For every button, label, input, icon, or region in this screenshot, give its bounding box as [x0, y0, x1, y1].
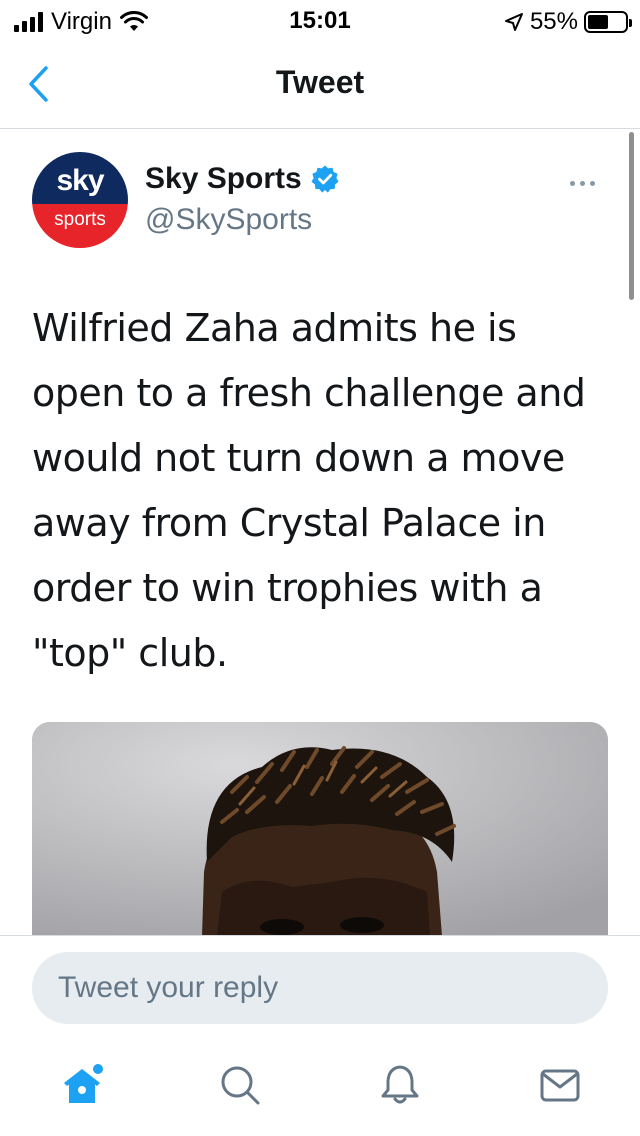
scrollbar[interactable]: [629, 132, 634, 300]
battery-level: [588, 15, 608, 29]
tab-search[interactable]: [210, 1050, 270, 1120]
status-right: 55%: [504, 8, 632, 36]
avatar-logo-top: sky: [56, 164, 104, 197]
reply-input[interactable]: Tweet your reply: [32, 952, 608, 1024]
author-display-name[interactable]: Sky Sports: [145, 162, 302, 196]
author-name-row[interactable]: Sky Sports: [145, 162, 340, 196]
page-title: Tweet: [275, 64, 365, 100]
mail-icon: [540, 1069, 580, 1102]
tweet-image[interactable]: [32, 722, 608, 936]
tweet-text: Wilfried Zaha admits he is open to a fre…: [32, 306, 586, 675]
avatar[interactable]: sky sports: [32, 152, 128, 248]
avatar-logo-bottom: sports: [54, 209, 106, 230]
more-options-button[interactable]: [570, 176, 606, 190]
tab-bar: [0, 1050, 640, 1136]
tab-notifications[interactable]: [370, 1050, 430, 1120]
nav-bar: Tweet: [0, 40, 640, 129]
photo-image: [32, 722, 608, 936]
battery-percent: 55%: [529, 8, 578, 35]
tab-home[interactable]: [52, 1050, 112, 1120]
more-dots-icon: [570, 180, 575, 186]
verified-badge-icon: [311, 165, 339, 193]
bell-icon: [381, 1065, 419, 1104]
status-bar: Virgin 15:01 55%: [0, 0, 640, 40]
location-arrow-icon: [504, 13, 523, 31]
tab-messages[interactable]: [530, 1050, 590, 1120]
notification-dot: [91, 1063, 104, 1076]
battery-icon: [584, 11, 632, 33]
author-handle[interactable]: @SkySports: [145, 203, 312, 237]
search-icon: [221, 1066, 260, 1105]
home-icon: [64, 1063, 104, 1103]
